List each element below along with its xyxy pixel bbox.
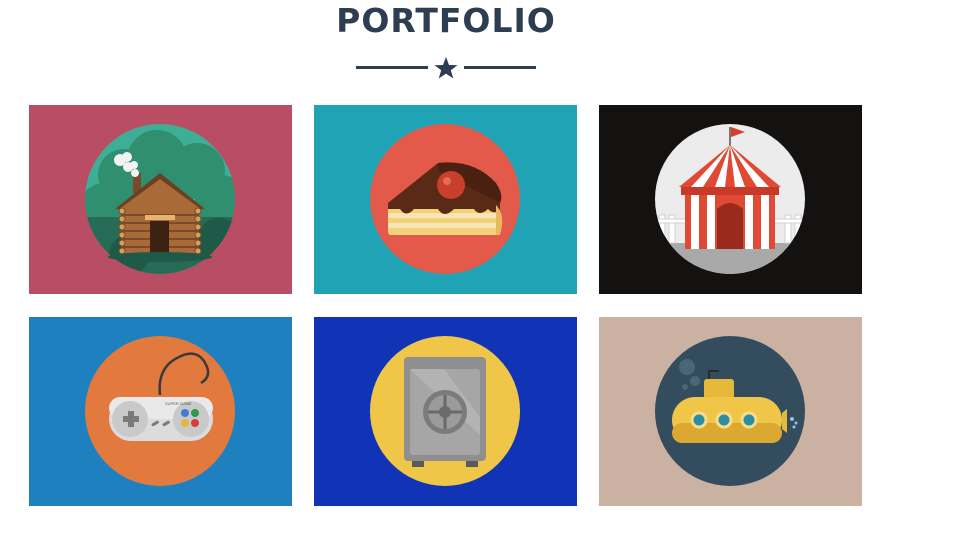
- log-cabin-icon: [29, 105, 292, 294]
- safe-icon: [314, 317, 577, 506]
- divider-line-left: [356, 66, 428, 69]
- divider-line-right: [464, 66, 536, 69]
- portfolio-item-controller[interactable]: SUPER GAME: [29, 317, 292, 506]
- circus-tent-icon: [599, 105, 862, 294]
- submarine-icon: [599, 317, 862, 506]
- controller-brand-label: SUPER GAME: [165, 401, 192, 406]
- title-divider: [356, 55, 536, 81]
- portfolio-item-circus[interactable]: [599, 105, 862, 294]
- section-title: PORTFOLIO: [336, 1, 556, 40]
- portfolio-item-safe[interactable]: [314, 317, 577, 506]
- portfolio-item-cabin[interactable]: [29, 105, 292, 294]
- star-icon: [434, 57, 458, 79]
- portfolio-item-cake[interactable]: [314, 105, 577, 294]
- game-controller-icon: SUPER GAME: [29, 317, 292, 506]
- portfolio-item-submarine[interactable]: [599, 317, 862, 506]
- cake-slice-icon: [314, 105, 577, 294]
